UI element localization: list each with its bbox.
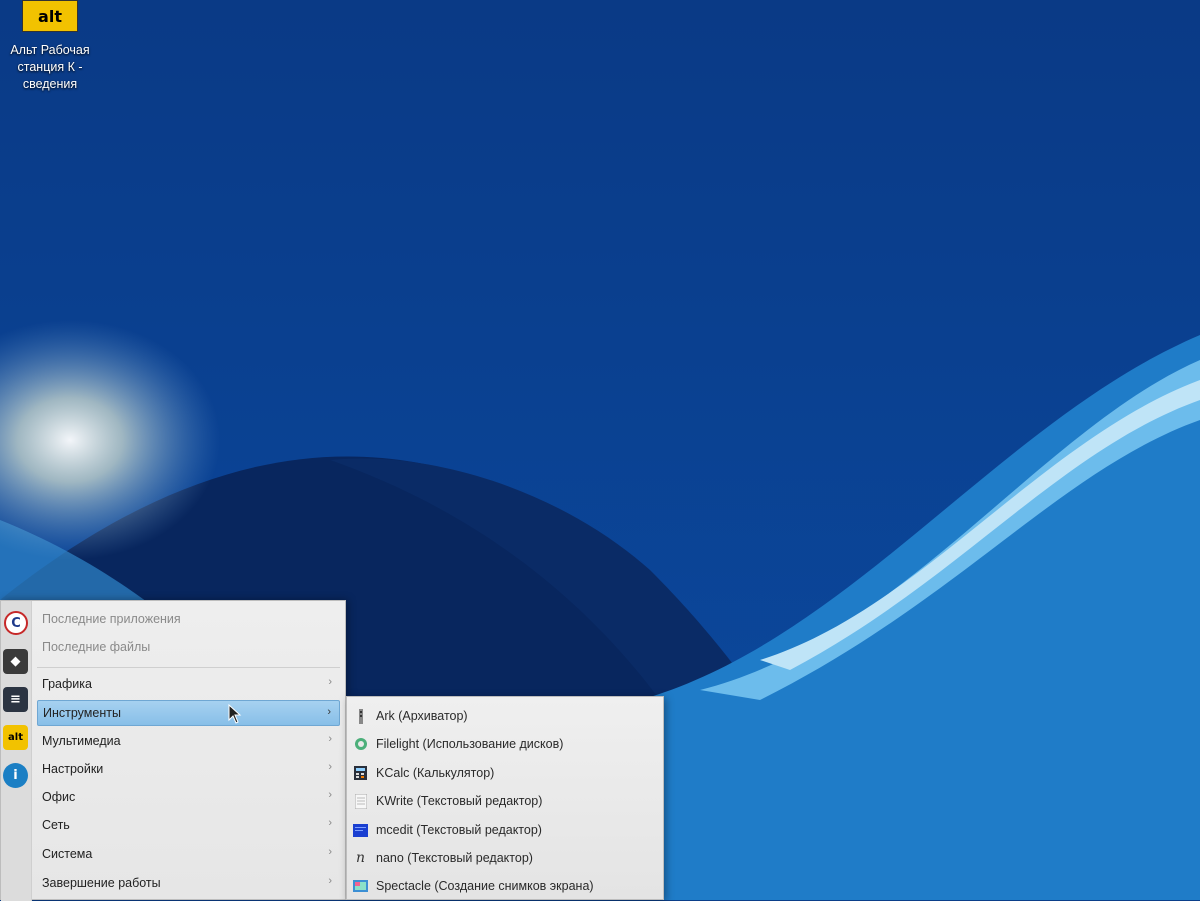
menu-category-office[interactable]: Офис ›: [37, 784, 340, 810]
menu-category-label: Система: [42, 847, 93, 861]
submenu-item-ark[interactable]: Ark (Архиватор): [353, 703, 653, 729]
chevron-right-icon: ›: [328, 875, 332, 887]
chevron-right-icon: ›: [328, 676, 332, 688]
menu-recent-apps-label: Последние приложения: [42, 612, 181, 626]
menu-category-label: Настройки: [42, 762, 104, 776]
tools-submenu: Ark (Архиватор) Filelight (Использование…: [346, 696, 664, 900]
submenu-item-filelight[interactable]: Filelight (Использование дисков): [353, 731, 653, 757]
archive-icon: [353, 708, 368, 724]
submenu-item-nano[interactable]: n nano (Текстовый редактор): [353, 845, 653, 871]
chevron-right-icon: ›: [328, 789, 332, 801]
disk-usage-icon: [353, 737, 368, 752]
desktop-icon-label-line1: Альт Рабочая: [10, 43, 90, 57]
submenu-item-label: Filelight (Использование дисков): [376, 737, 564, 751]
text-editor-icon: [353, 793, 368, 809]
menu-recent-files[interactable]: Последние файлы: [37, 634, 340, 660]
menu-category-multimedia[interactable]: Мультимедиа ›: [37, 728, 340, 754]
menu-separator: [37, 667, 340, 668]
nano-icon: n: [355, 850, 366, 866]
chevron-right-icon: ›: [328, 733, 332, 745]
desktop-icon-label: Альт Рабочая станция К - сведения: [0, 42, 100, 93]
chevron-right-icon: ›: [327, 706, 331, 718]
menu-category-label: Графика: [42, 677, 92, 691]
application-menu: C ◆ ≡ alt i Последние приложения Последн…: [0, 600, 346, 901]
menu-category-label: Офис: [42, 790, 76, 804]
menu-category-network[interactable]: Сеть ›: [37, 812, 340, 838]
chevron-right-icon: ›: [328, 761, 332, 773]
submenu-item-label: Ark (Архиватор): [376, 709, 468, 723]
c-logo-icon[interactable]: C: [4, 611, 28, 635]
alt-logo-icon[interactable]: alt: [3, 725, 28, 750]
menu-recent-files-label: Последние файлы: [42, 640, 151, 654]
menu-category-label: Завершение работы: [42, 876, 161, 890]
gem-icon[interactable]: ◆: [3, 649, 28, 674]
submenu-item-kcalc[interactable]: KCalc (Калькулятор): [353, 760, 653, 786]
menu-category-settings[interactable]: Настройки ›: [37, 756, 340, 782]
submenu-item-label: KWrite (Текстовый редактор): [376, 794, 543, 808]
menu-category-graphics[interactable]: Графика ›: [37, 671, 340, 697]
menu-category-label: Инструменты: [43, 706, 121, 720]
menu-category-shutdown[interactable]: Завершение работы ›: [37, 870, 340, 896]
menu-category-system[interactable]: Система ›: [37, 841, 340, 867]
desktop-icon-label-line3: сведения: [22, 77, 78, 91]
submenu-item-spectacle[interactable]: Spectacle (Создание снимков экрана): [353, 873, 653, 899]
submenu-item-mcedit[interactable]: mcedit (Текстовый редактор): [353, 817, 653, 843]
mouse-cursor-icon: [228, 704, 242, 724]
info-icon[interactable]: i: [3, 763, 28, 788]
submenu-item-label: Spectacle (Создание снимков экрана): [376, 879, 594, 893]
submenu-item-label: KCalc (Калькулятор): [376, 766, 495, 780]
menu-category-label: Сеть: [42, 818, 70, 832]
terminal-editor-icon: [353, 823, 368, 838]
screenshot-icon: [353, 879, 368, 894]
favorites-column: C ◆ ≡ alt i: [1, 601, 32, 901]
chevron-right-icon: ›: [328, 846, 332, 858]
alt-logo-icon: alt: [22, 0, 78, 32]
menu-category-label: Мультимедиа: [42, 734, 121, 748]
sliders-icon[interactable]: ≡: [3, 687, 28, 712]
menu-recent-apps[interactable]: Последние приложения: [37, 606, 340, 632]
chevron-right-icon: ›: [328, 817, 332, 829]
desktop-icon-label-line2: станция К -: [17, 60, 83, 74]
desktop-icon-about-system[interactable]: alt Альт Рабочая станция К - сведения: [0, 0, 100, 93]
menu-category-tools[interactable]: Инструменты ›: [37, 700, 340, 726]
submenu-item-label: mcedit (Текстовый редактор): [376, 823, 542, 837]
submenu-item-label: nano (Текстовый редактор): [376, 851, 533, 865]
submenu-item-kwrite[interactable]: KWrite (Текстовый редактор): [353, 788, 653, 814]
calculator-icon: [353, 766, 368, 781]
